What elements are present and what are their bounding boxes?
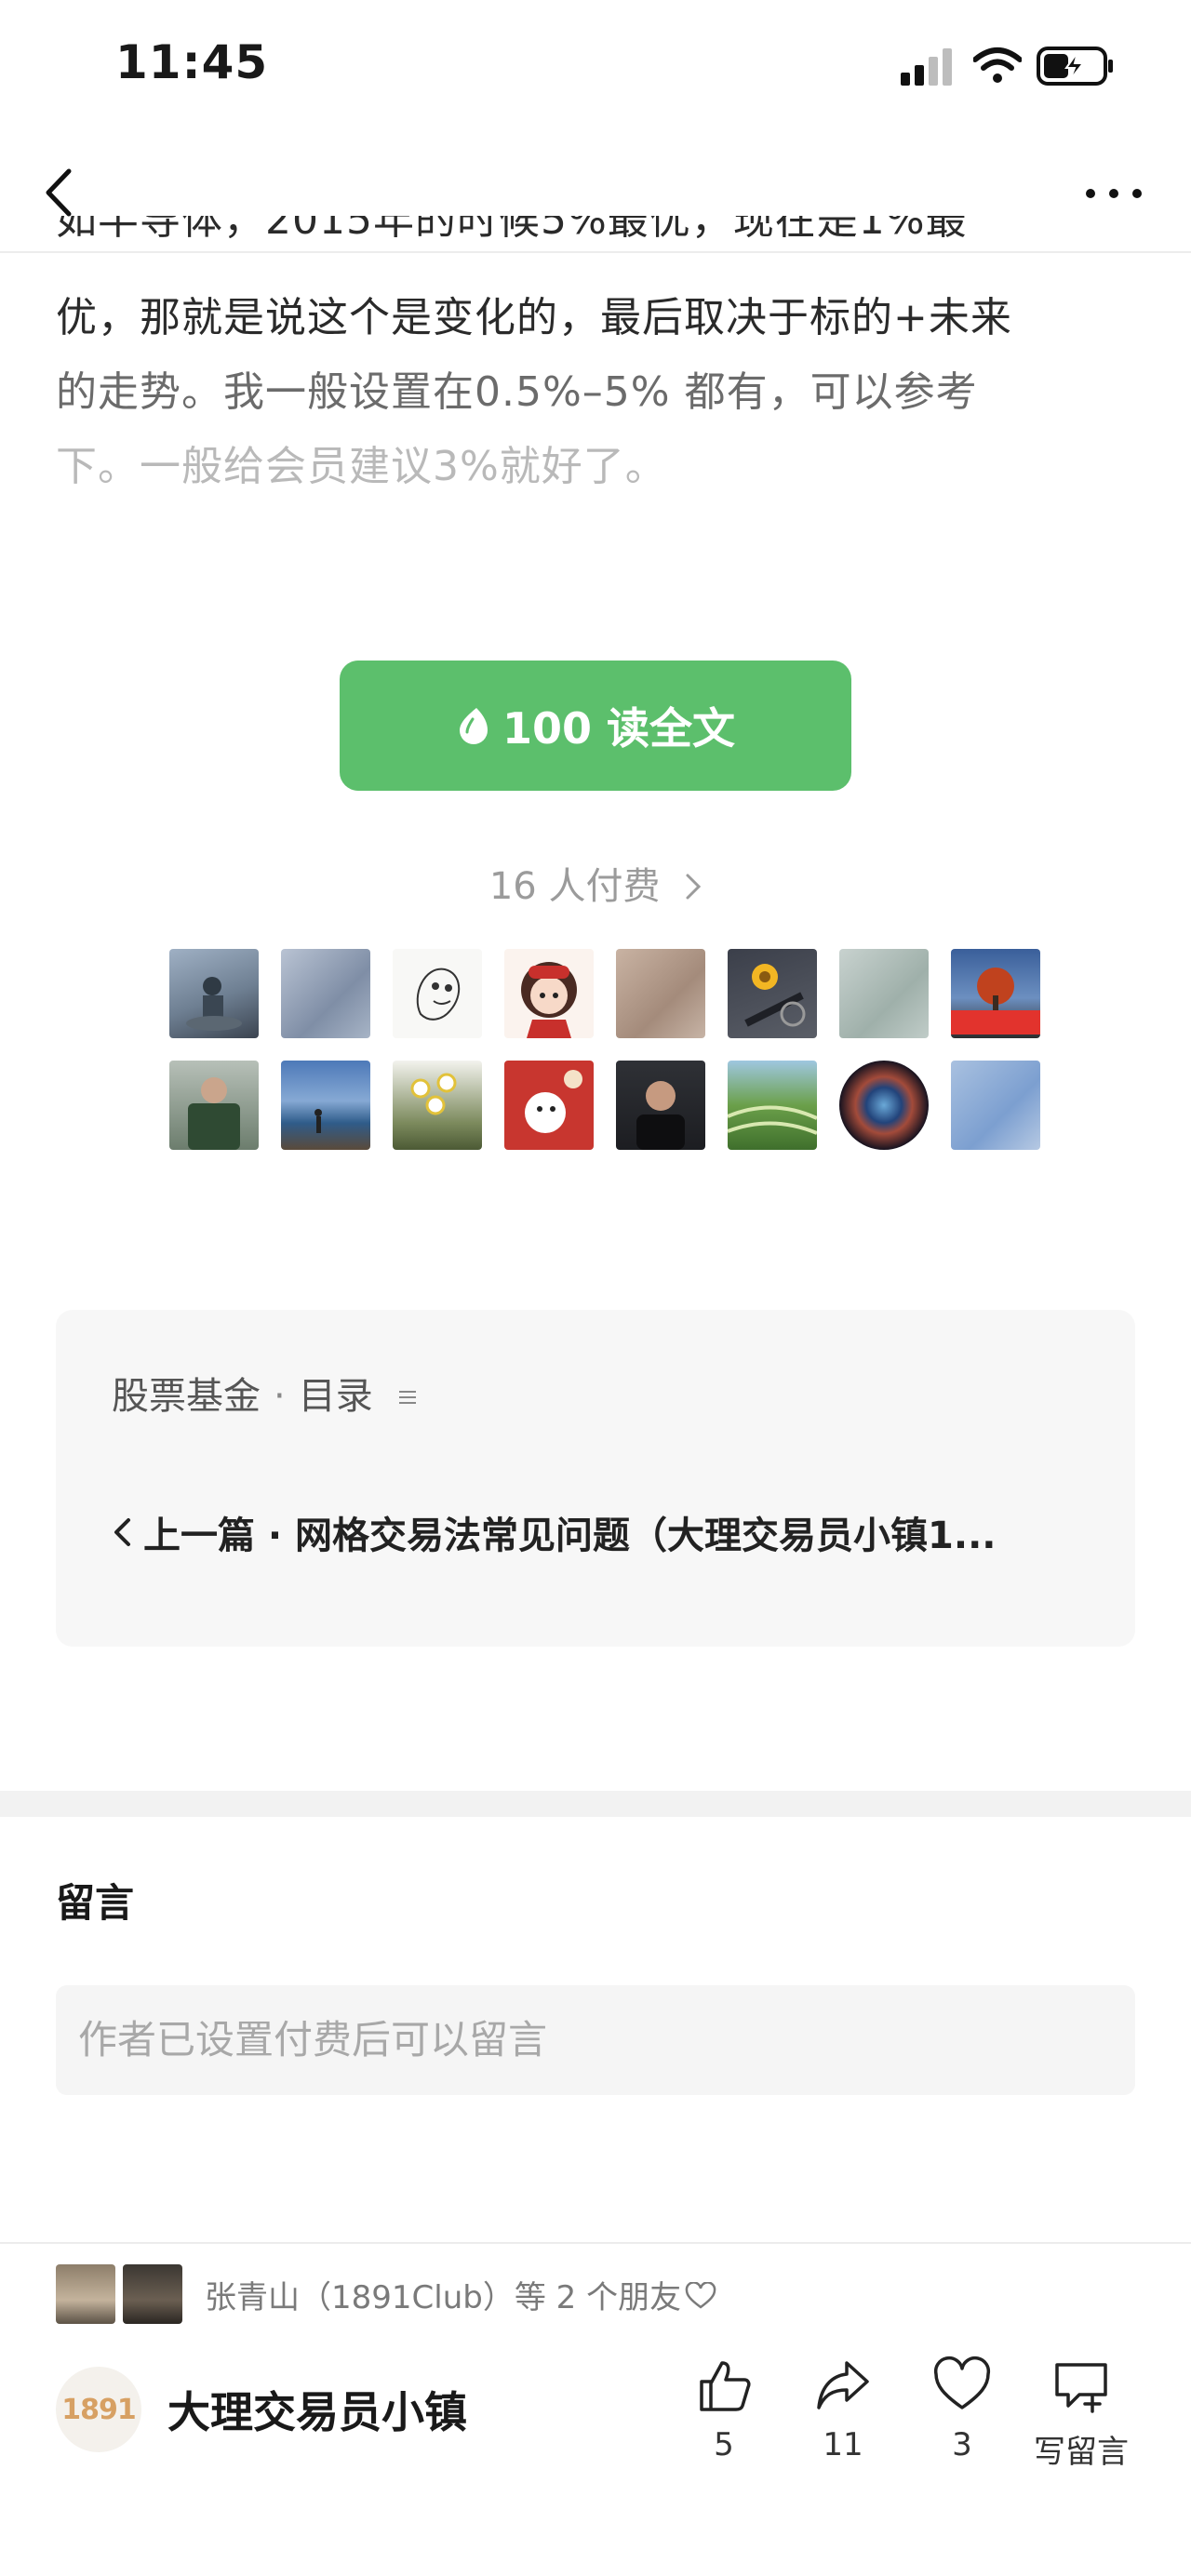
payer-avatar[interactable] (504, 949, 594, 1038)
payer-avatars (169, 949, 1044, 1150)
account-info[interactable]: 1891 大理交易员小镇 (56, 2367, 467, 2452)
bottom-bar: 张青山（1891Club）等 2 个朋友 1891 大理交易员小镇 5 11 3… (0, 2242, 1191, 2576)
article-line: 如半导体，2015年的时候5%最优，现在是1%最 (56, 216, 968, 244)
previous-article-title: 上一篇 · 网格交易法常见问题（大理交易员小镇1... (143, 1515, 997, 1557)
payer-avatar[interactable] (504, 1061, 594, 1150)
section-divider (0, 1791, 1191, 1817)
share-icon (817, 2361, 869, 2409)
chevron-right-icon (686, 874, 702, 900)
directory-menu-label: 目录 (298, 1375, 373, 1418)
heart-outline-icon (685, 2281, 716, 2309)
back-arrow-icon[interactable] (37, 164, 78, 221)
account-name: 大理交易员小镇 (167, 2387, 467, 2437)
payer-avatar[interactable] (616, 1061, 705, 1150)
write-comment-label: 写留言 (1034, 2434, 1129, 2471)
payer-avatar[interactable] (728, 949, 817, 1038)
directory-card: 股票基金 · 目录 上一篇 · 网格交易法常见问题（大理交易员小镇1... (56, 1310, 1135, 1647)
separator-dot: · (274, 1375, 286, 1418)
battery-charging-icon (1037, 47, 1113, 86)
wifi-icon (973, 47, 1022, 83)
pay-to-read-button[interactable]: 100 读全文 (340, 661, 851, 791)
account-logo: 1891 (56, 2367, 141, 2452)
payer-avatar[interactable] (839, 1061, 929, 1150)
like-button[interactable]: 5 (668, 2356, 780, 2463)
write-comment-button[interactable]: 写留言 (1025, 2356, 1137, 2472)
cellular-signal-icon (901, 48, 952, 86)
payer-avatar[interactable] (281, 949, 370, 1038)
share-button[interactable]: 11 (787, 2356, 899, 2463)
friend-avatar (123, 2264, 182, 2324)
status-bar: 11:45 (0, 0, 1191, 140)
payer-avatar[interactable] (616, 949, 705, 1038)
payers-count-link[interactable]: 16 人付费 (0, 856, 1191, 910)
payer-avatar[interactable] (728, 1061, 817, 1150)
comment-input-disabled[interactable]: 作者已设置付费后可以留言 (56, 1985, 1135, 2095)
payer-avatar[interactable] (169, 949, 259, 1038)
heart-icon (933, 2356, 991, 2409)
payer-avatar[interactable] (393, 949, 482, 1038)
status-time: 11:45 (115, 35, 269, 89)
favorite-count: 3 (952, 2426, 972, 2463)
payer-avatar[interactable] (951, 1061, 1040, 1150)
like-count: 5 (714, 2426, 734, 2463)
directory-category: 股票基金 (112, 1375, 261, 1418)
pay-button-label: 100 读全文 (502, 703, 736, 754)
thumbs-up-icon (700, 2361, 751, 2411)
favorite-button[interactable]: 3 (906, 2356, 1018, 2463)
payer-avatar[interactable] (169, 1061, 259, 1150)
comments-title: 留言 (56, 1880, 135, 1926)
article-line: 下。一般给会员建议3%就好了。 (56, 443, 667, 490)
article-line: 的走势。我一般设置在0.5%–5% 都有，可以参考 (56, 368, 978, 416)
payer-avatar[interactable] (951, 949, 1040, 1038)
payer-avatar[interactable] (281, 1061, 370, 1150)
directory-header[interactable]: 股票基金 · 目录 (112, 1366, 418, 1420)
friend-avatar (56, 2264, 115, 2324)
payer-avatar[interactable] (393, 1061, 482, 1150)
previous-article-link[interactable]: 上一篇 · 网格交易法常见问题（大理交易员小镇1... (112, 1505, 1117, 1559)
payers-count-text: 16 人付费 (488, 865, 661, 908)
article-preview: 如半导体，2015年的时候5%最优，现在是1%最 优，那就是说这个是变化的，最后… (56, 216, 1144, 504)
payer-avatar[interactable] (839, 949, 929, 1038)
friends-liked-text: 张青山（1891Club）等 2 个朋友 (205, 2272, 716, 2317)
list-icon (399, 1391, 417, 1404)
friends-liked-row[interactable]: 张青山（1891Club）等 2 个朋友 (56, 2264, 716, 2324)
article-line: 优，那就是说这个是变化的，最后取决于标的+未来 (56, 294, 1012, 341)
coin-drop-icon (459, 708, 488, 744)
chevron-left-icon (114, 1518, 130, 1546)
share-count: 11 (823, 2426, 863, 2463)
write-comment-icon (1055, 2363, 1107, 2413)
more-options-icon[interactable] (1081, 184, 1146, 203)
